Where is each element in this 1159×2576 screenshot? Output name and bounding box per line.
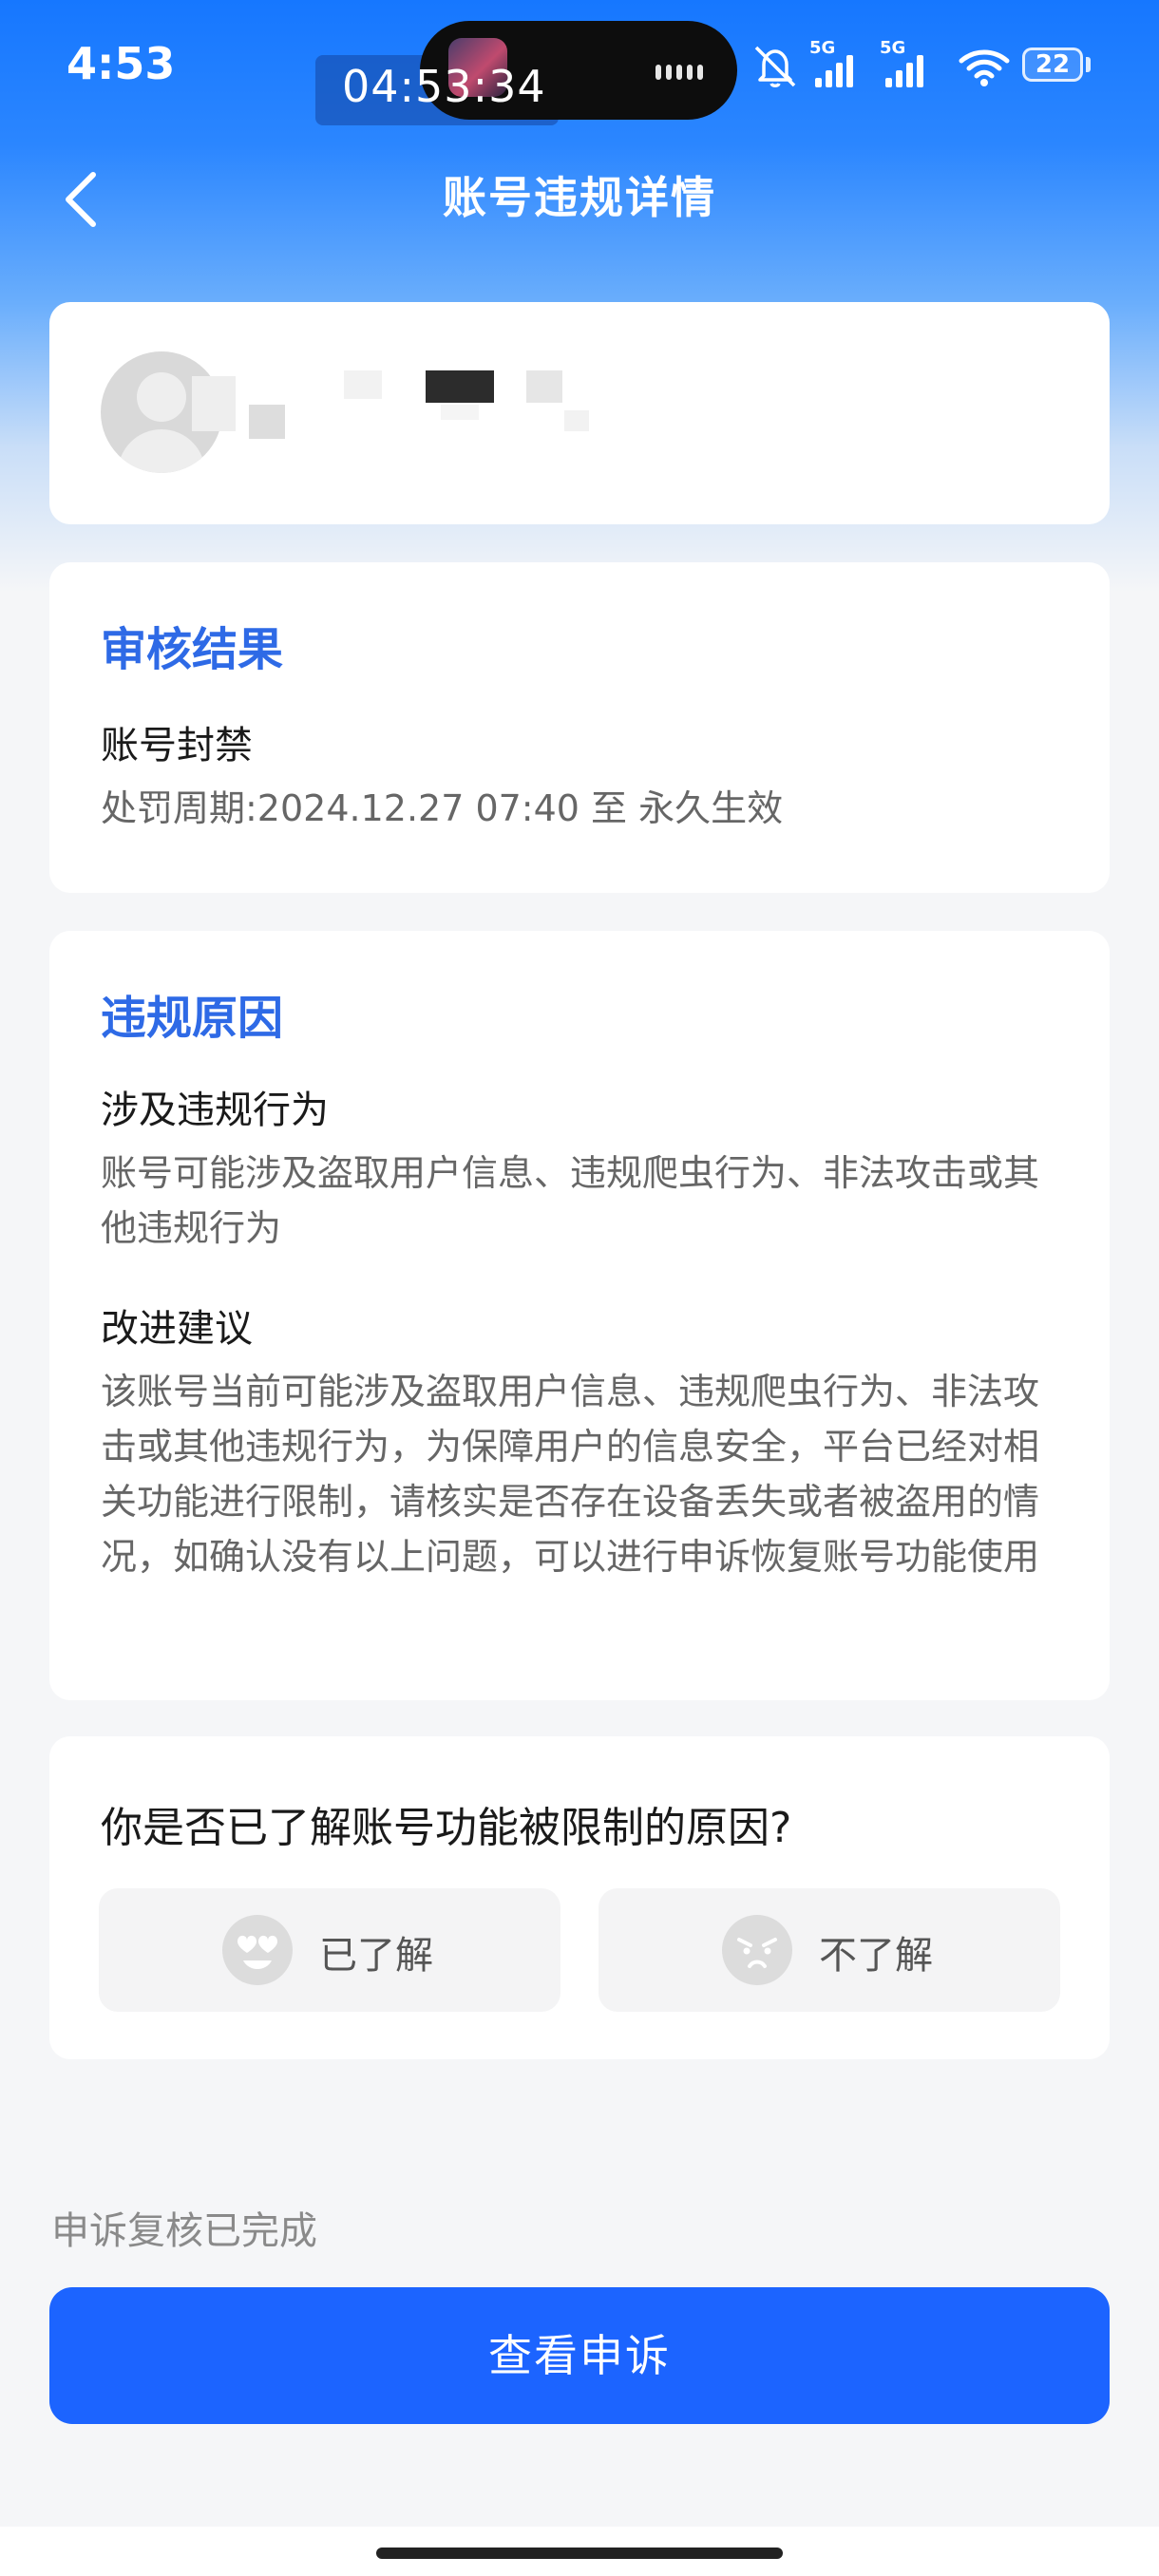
reason-section-title: 违规原因 bbox=[101, 992, 284, 1045]
wifi-icon bbox=[959, 49, 1010, 86]
heart-eyes-emoji-icon bbox=[222, 1915, 293, 1985]
mute-icon bbox=[754, 46, 796, 87]
review-status: 账号封禁 bbox=[101, 724, 253, 767]
confused-emoji-icon bbox=[722, 1915, 792, 1985]
advice-text: 该账号当前可能涉及盗取用户信息、违规爬虫行为、非法攻击或其他违规行为，为保障用户… bbox=[101, 1371, 1040, 1578]
survey-question: 你是否已了解账号功能被限制的原因? bbox=[101, 1804, 792, 1852]
status-icons: 5G 5G 22 bbox=[750, 38, 1130, 95]
not-understood-button[interactable]: 不了解 bbox=[598, 1888, 1060, 2012]
feedback-survey-card: 你是否已了解账号功能被限制的原因? 已了解 不了解 bbox=[49, 1736, 1110, 2059]
user-card bbox=[49, 302, 1110, 524]
audio-wave-icon bbox=[656, 65, 709, 80]
review-result-card: 审核结果 账号封禁 处罚周期:2024.12.27 07:40 至 永久生效 bbox=[49, 562, 1110, 893]
behavior-text: 账号可能涉及盗取用户信息、违规爬虫行为、非法攻击或其他违规行为 bbox=[101, 1152, 1040, 1249]
battery-icon: 22 bbox=[1022, 47, 1083, 82]
appeal-status-text: 申诉复核已完成 bbox=[51, 2209, 317, 2253]
understood-button[interactable]: 已了解 bbox=[99, 1888, 560, 2012]
status-time: 4:53 bbox=[66, 38, 176, 89]
behavior-title: 涉及违规行为 bbox=[101, 1089, 329, 1132]
view-appeal-button[interactable]: 查看申诉 bbox=[49, 2287, 1110, 2424]
understood-label: 已了解 bbox=[319, 1934, 433, 1978]
battery-tip bbox=[1086, 57, 1091, 72]
avatar-head bbox=[137, 372, 186, 422]
recording-timer: 04:53:34 bbox=[342, 61, 546, 112]
advice-title: 改进建议 bbox=[101, 1307, 253, 1351]
username-redacted bbox=[192, 370, 591, 465]
home-indicator[interactable] bbox=[376, 2548, 783, 2559]
page-title: 账号违规详情 bbox=[443, 172, 716, 223]
status-bar: 4:53 04:53:34 5G 5G 22 bbox=[0, 0, 1159, 142]
violation-reason-card: 违规原因 涉及违规行为 账号可能涉及盗取用户信息、违规爬虫行为、非法攻击或其他违… bbox=[49, 931, 1110, 1700]
penalty-period: 处罚周期:2024.12.27 07:40 至 永久生效 bbox=[101, 787, 784, 829]
review-section-title: 审核结果 bbox=[101, 623, 284, 676]
not-understood-label: 不了解 bbox=[819, 1934, 933, 1978]
